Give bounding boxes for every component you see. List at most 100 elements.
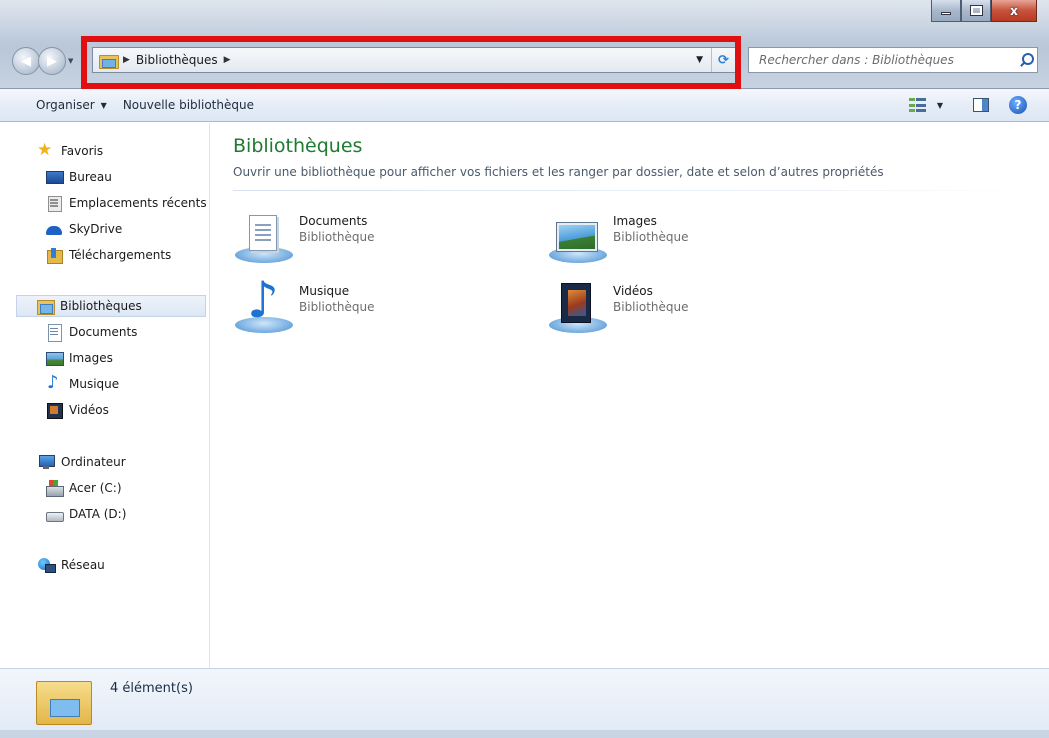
close-icon: x <box>1010 3 1018 18</box>
libraries-icon <box>37 298 55 315</box>
library-tile-videos[interactable]: Vidéos Bibliothèque <box>547 281 847 341</box>
desktop-icon <box>46 169 64 185</box>
computer-icon <box>38 454 55 470</box>
nav-item-recent-places[interactable]: Emplacements récents <box>46 192 207 214</box>
favorites-star-icon <box>37 140 54 160</box>
nav-item-pictures[interactable]: Images <box>46 347 113 369</box>
library-tile-pictures[interactable]: Images Bibliothèque <box>547 211 847 271</box>
forward-button[interactable]: ▶ <box>38 47 66 75</box>
library-name: Vidéos <box>613 284 653 298</box>
forward-arrow-icon: ▶ <box>47 53 57 69</box>
library-type: Bibliothèque <box>299 300 375 314</box>
nav-item-label: Documents <box>69 325 138 339</box>
nav-item-drive-d[interactable]: DATA (D:) <box>46 503 126 525</box>
nav-libraries-label: Bibliothèques <box>60 299 142 313</box>
back-arrow-icon: ◀ <box>21 53 31 69</box>
breadcrumb-separator-icon[interactable]: ▶ <box>123 55 130 65</box>
back-button[interactable]: ◀ <box>12 47 40 75</box>
pictures-icon <box>46 350 64 366</box>
content-divider <box>233 190 1043 191</box>
page-subtitle: Ouvrir une bibliothèque pour afficher vo… <box>233 165 884 179</box>
address-history-dropdown-icon[interactable]: ▼ <box>696 55 703 65</box>
nav-item-videos[interactable]: Vidéos <box>46 399 109 421</box>
videos-library-icon <box>547 281 607 337</box>
drive-c-icon <box>46 480 64 497</box>
libraries-folder-icon <box>36 677 92 725</box>
navigation-pane: Favoris Bureau Emplacements récents SkyD… <box>0 123 210 668</box>
nav-libraries[interactable]: Bibliothèques <box>16 295 206 317</box>
new-library-button[interactable]: Nouvelle bibliothèque <box>115 98 262 112</box>
videos-icon <box>46 402 63 419</box>
change-view-button[interactable]: ▼ <box>901 97 951 113</box>
library-name: Documents <box>299 214 368 228</box>
views-icon <box>908 97 927 113</box>
window-bottom-border <box>0 730 1049 738</box>
nav-item-label: Acer (C:) <box>69 481 122 495</box>
refresh-button[interactable]: ⟳ <box>711 48 735 72</box>
new-library-label: Nouvelle bibliothèque <box>122 98 254 112</box>
nav-item-label: Bureau <box>69 170 112 184</box>
nav-item-label: Emplacements récents <box>69 196 207 210</box>
nav-item-label: Vidéos <box>69 403 109 417</box>
nav-favorites[interactable]: Favoris <box>37 140 104 162</box>
nav-item-skydrive[interactable]: SkyDrive <box>46 218 122 240</box>
documents-library-icon <box>233 211 293 267</box>
downloads-icon <box>46 247 63 264</box>
nav-item-label: Musique <box>69 377 120 391</box>
window-title-bar: x ◀ ▶ ▼ ▶ Bibliothèques ▶ ▼ ⟳ <box>0 0 1049 89</box>
recent-places-icon <box>46 195 62 212</box>
nav-item-documents[interactable]: Documents <box>46 321 137 343</box>
library-tile-music[interactable]: ♪ Musique Bibliothèque <box>233 275 533 341</box>
search-input[interactable] <box>749 53 1017 67</box>
minimize-button[interactable] <box>931 0 961 22</box>
nav-computer-label: Ordinateur <box>61 455 126 469</box>
preview-pane-icon[interactable] <box>973 98 989 112</box>
nav-network-label: Réseau <box>61 558 105 572</box>
item-count: 4 élément(s) <box>110 681 193 696</box>
nav-computer[interactable]: Ordinateur <box>38 451 126 473</box>
breadcrumb-libraries[interactable]: Bibliothèques <box>136 53 218 67</box>
skydrive-icon <box>46 221 62 237</box>
nav-favorites-label: Favoris <box>61 144 104 158</box>
page-title: Bibliothèques <box>233 135 363 157</box>
library-type: Bibliothèque <box>613 230 689 244</box>
drive-d-icon <box>46 506 64 522</box>
library-tile-documents[interactable]: Documents Bibliothèque <box>233 211 533 271</box>
nav-item-desktop[interactable]: Bureau <box>46 166 112 188</box>
nav-item-downloads[interactable]: Téléchargements <box>46 244 171 266</box>
address-bar[interactable]: ▶ Bibliothèques ▶ ▼ ⟳ <box>92 47 736 73</box>
library-type: Bibliothèque <box>299 230 375 244</box>
caption-buttons: x <box>931 0 1037 22</box>
nav-item-music[interactable]: Musique <box>46 372 120 395</box>
network-icon <box>38 557 56 573</box>
music-icon <box>46 372 62 393</box>
nav-item-drive-c[interactable]: Acer (C:) <box>46 477 122 499</box>
breadcrumb-separator-icon[interactable]: ▶ <box>224 55 231 65</box>
recent-pages-dropdown-icon[interactable]: ▼ <box>68 57 73 65</box>
library-type: Bibliothèque <box>613 300 689 314</box>
refresh-icon: ⟳ <box>718 52 729 68</box>
help-icon[interactable]: ? <box>1009 96 1027 114</box>
details-pane: 4 élément(s) <box>0 668 1049 730</box>
documents-icon <box>46 324 62 342</box>
nav-item-label: DATA (D:) <box>69 507 127 521</box>
close-button[interactable]: x <box>991 0 1037 22</box>
search-icon[interactable] <box>1017 48 1037 72</box>
maximize-icon <box>969 5 983 16</box>
chevron-down-icon: ▼ <box>936 100 943 110</box>
search-box[interactable] <box>748 47 1038 73</box>
command-bar: Organiser ▼ Nouvelle bibliothèque ▼ ? <box>0 89 1049 122</box>
pictures-library-icon <box>547 211 607 267</box>
library-name: Musique <box>299 284 350 298</box>
libraries-folder-icon <box>99 53 119 69</box>
minimize-icon <box>941 12 951 15</box>
music-library-icon: ♪ <box>233 275 293 337</box>
navigation-buttons: ◀ ▶ ▼ <box>12 47 73 75</box>
organize-button[interactable]: Organiser ▼ <box>28 98 115 112</box>
nav-network[interactable]: Réseau <box>38 554 105 576</box>
nav-item-label: Téléchargements <box>69 248 172 262</box>
nav-item-label: SkyDrive <box>69 222 123 236</box>
maximize-button[interactable] <box>961 0 991 22</box>
chevron-down-icon: ▼ <box>100 100 107 110</box>
nav-item-label: Images <box>69 351 113 365</box>
